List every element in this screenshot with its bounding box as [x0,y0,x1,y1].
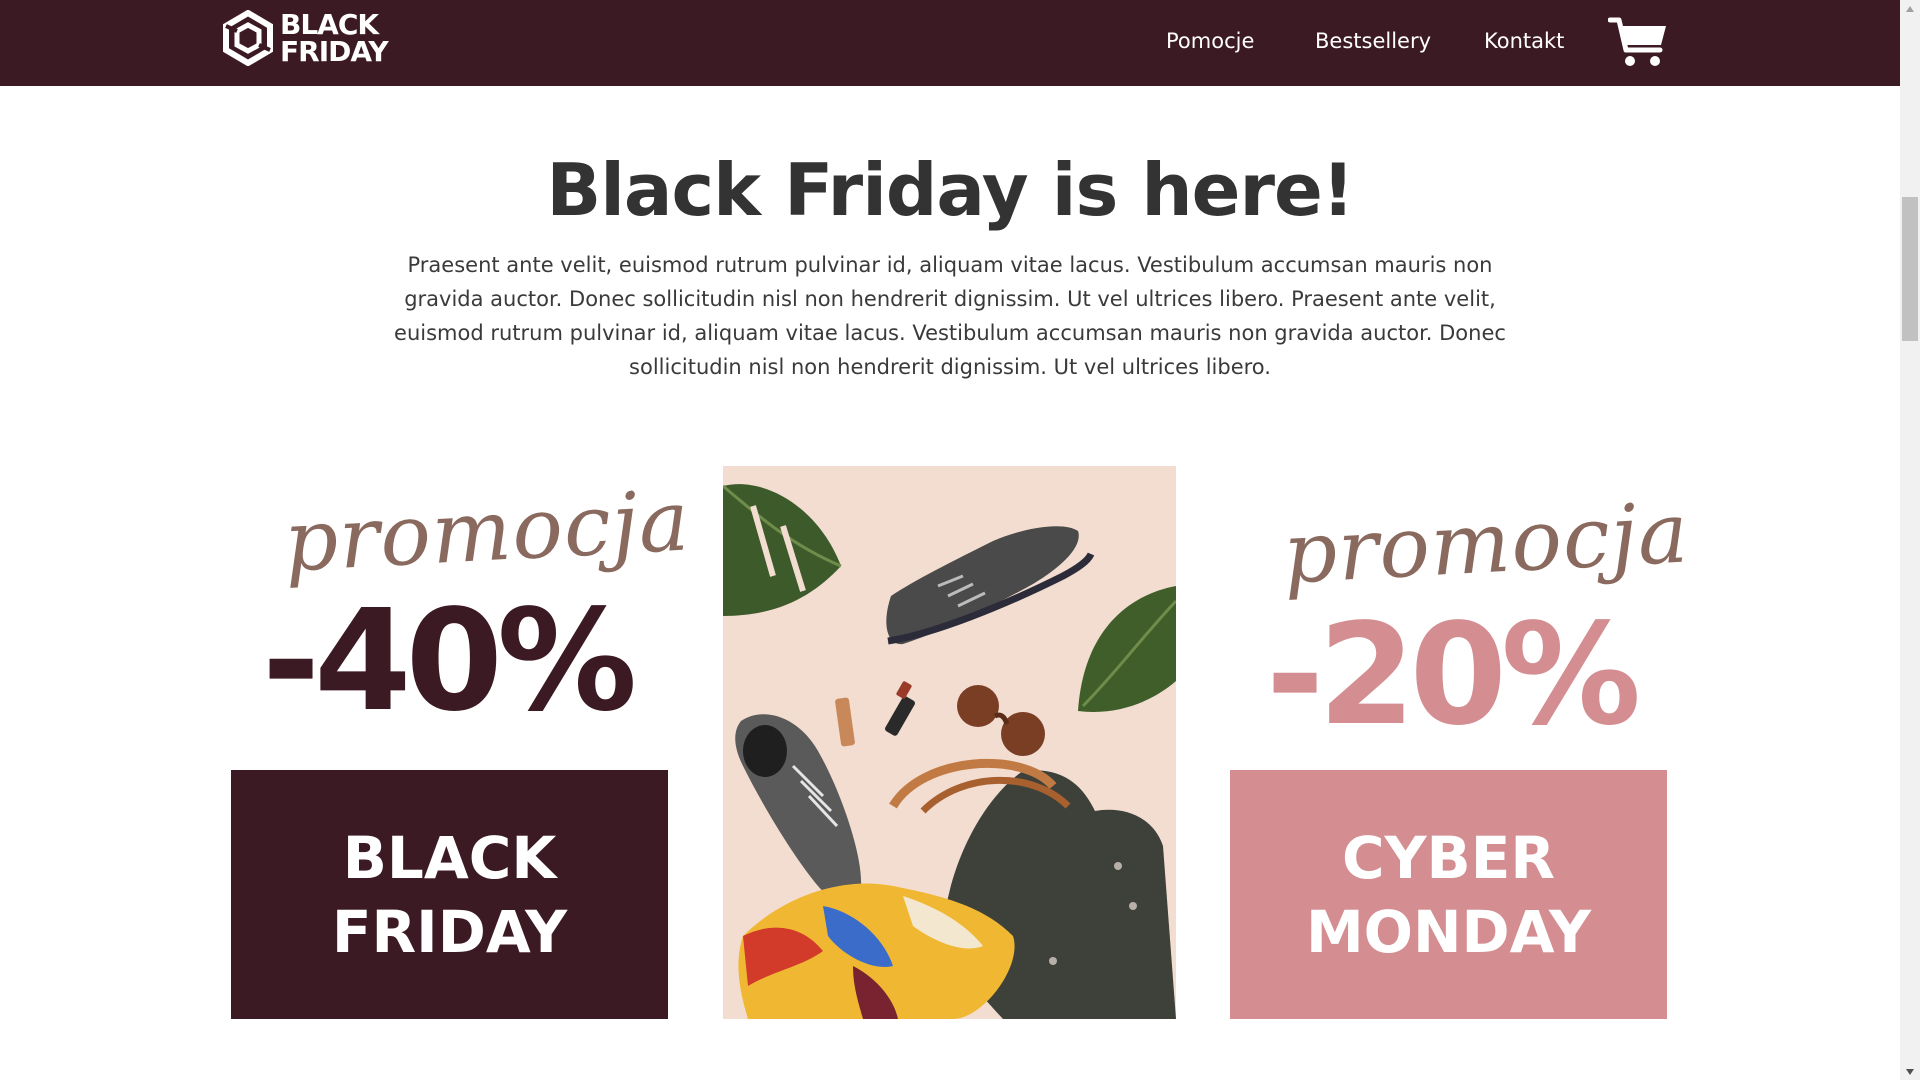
brand-name: BLACK FRIDAY [280,8,389,68]
hexagon-logo-icon [223,10,273,66]
promo-script-left: promocja [281,471,693,591]
cyber-monday-line1: CYBER [1341,823,1556,892]
black-friday-line2: FRIDAY [331,897,568,966]
nav-link-pomocje[interactable]: Pomocje [1166,29,1254,53]
scroll-down-arrow-icon[interactable] [1900,1063,1920,1080]
black-friday-banner[interactable]: BLACK FRIDAY [231,770,668,1019]
scrollbar-thumb[interactable] [1902,197,1918,341]
black-friday-line1: BLACK [342,823,557,892]
hero-description: Praesent ante velit, euismod rutrum pulv… [394,253,1506,379]
page-scrollbar[interactable] [1900,0,1920,1080]
cyber-monday-banner[interactable]: CYBER MONDAY [1230,770,1667,1019]
hero-title: Black Friday is here! [546,148,1354,232]
nav-link-bestsellery[interactable]: Bestsellery [1315,29,1431,53]
brand-logo[interactable]: BLACK FRIDAY [222,8,389,68]
scroll-up-arrow-icon[interactable] [1900,0,1920,17]
shopping-cart-icon[interactable] [1608,16,1668,70]
discount-20-percent: -20% [1266,594,1641,757]
brand-name-line1: BLACK [280,8,379,41]
product-flatlay-image [723,466,1176,1019]
top-navigation-bar: BLACK FRIDAY Pomocje Bestsellery Kontakt [0,0,1900,86]
promo-script-right: promocja [1280,483,1692,603]
discount-40-percent: -40% [262,580,637,743]
cyber-monday-line2: MONDAY [1305,897,1592,966]
brand-name-line2: FRIDAY [280,35,389,68]
nav-link-kontakt[interactable]: Kontakt [1484,29,1564,53]
